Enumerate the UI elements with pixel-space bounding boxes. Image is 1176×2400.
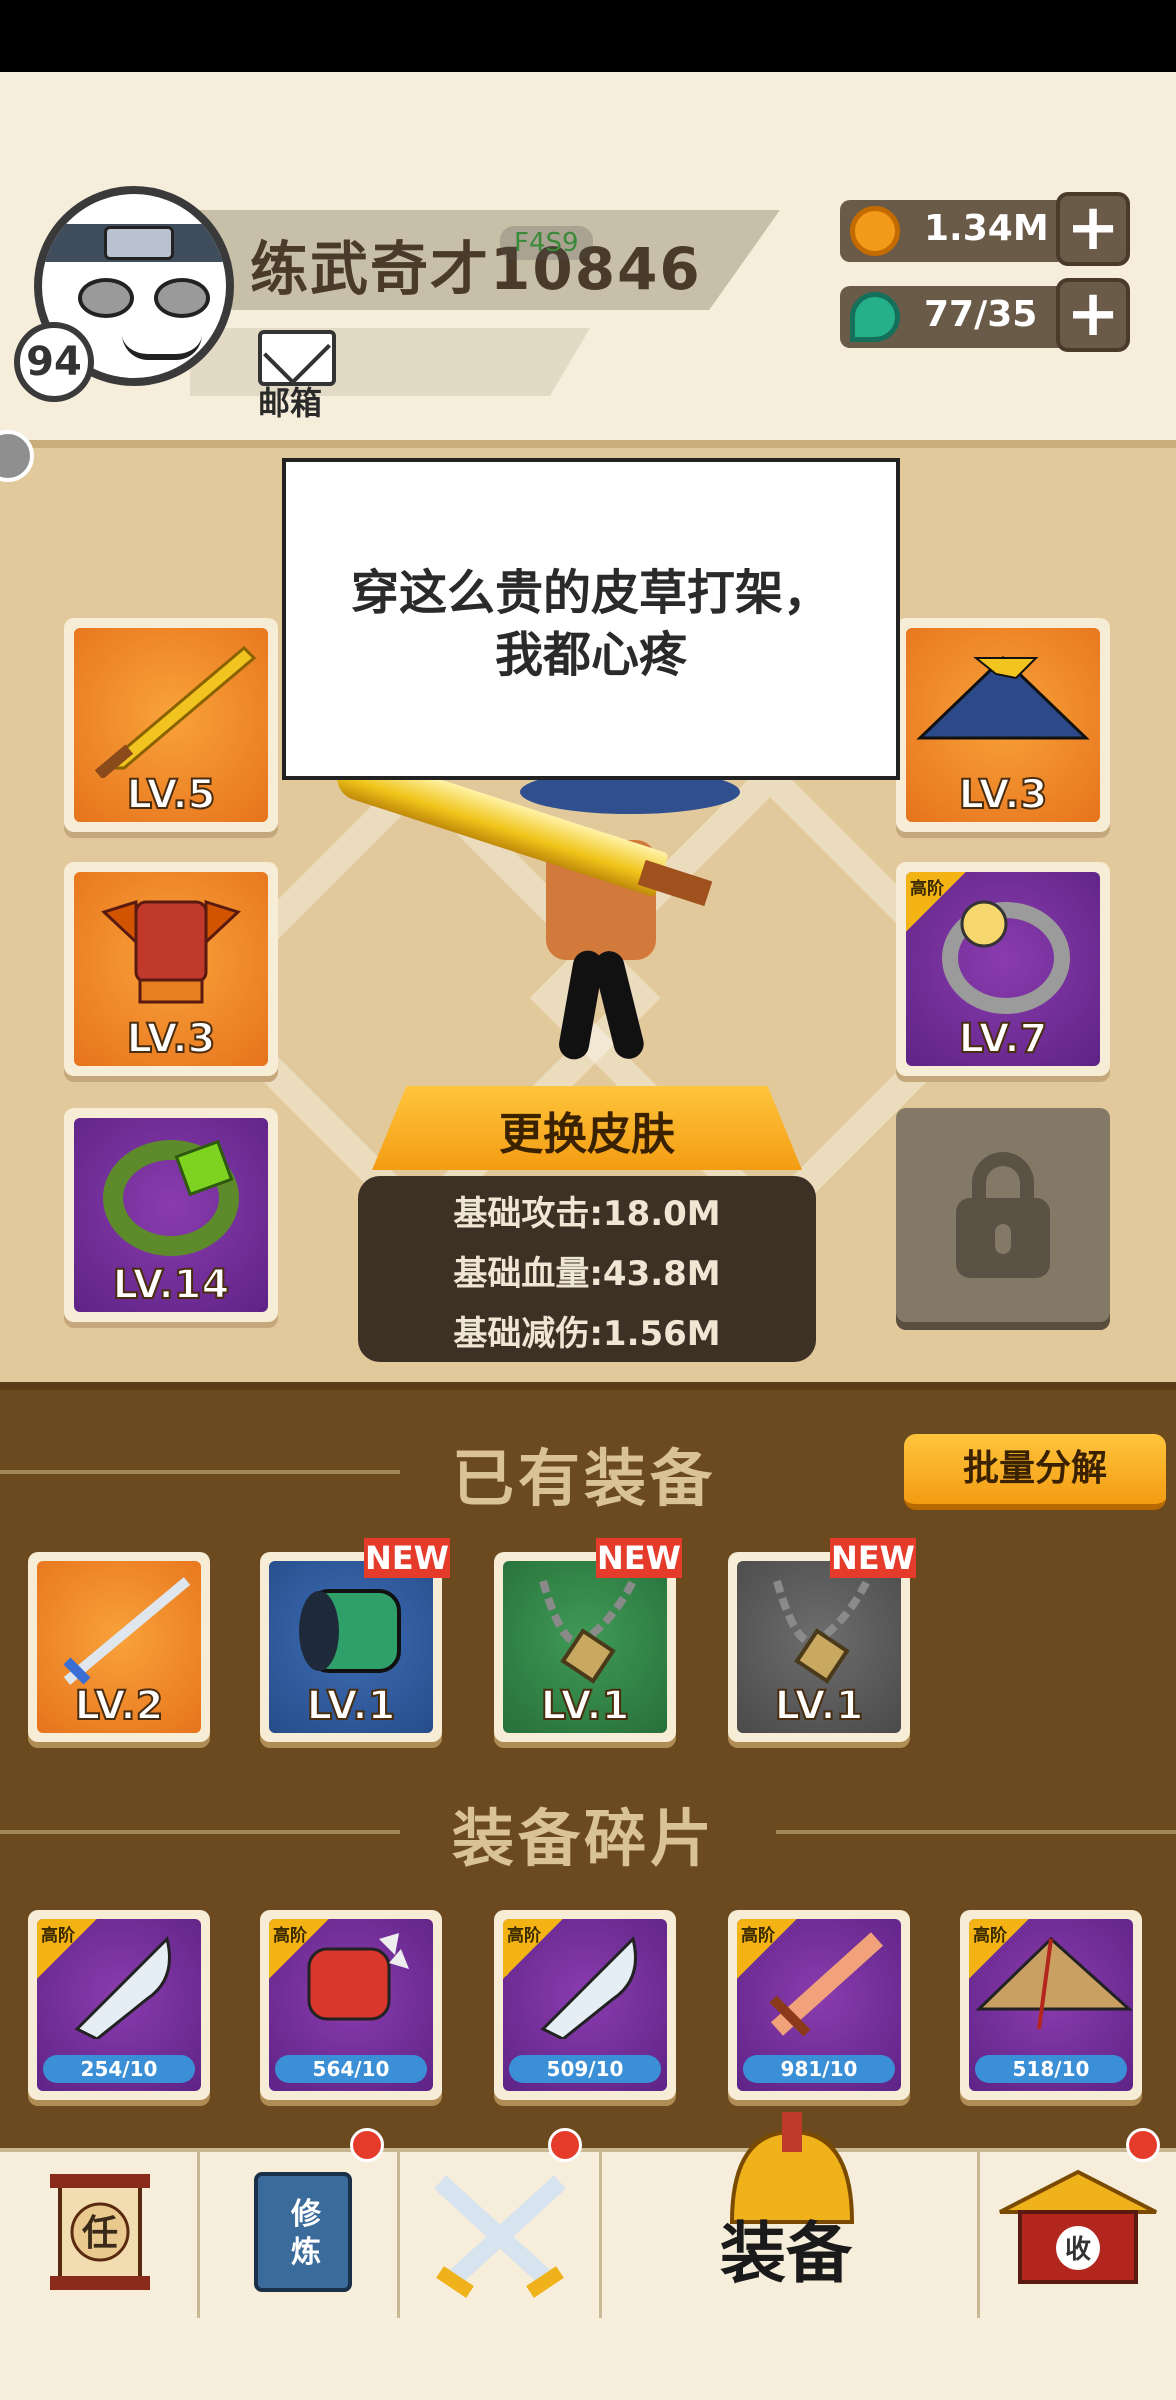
dialog-line-2: 我都心疼 (494, 627, 687, 683)
stat-hp: 基础血量:43.8M (453, 1254, 721, 1294)
golden-sword-icon (94, 645, 257, 780)
train-glyph-1: 修 (290, 2197, 322, 2232)
eye-icon (78, 278, 134, 318)
bracelet-icon (103, 1139, 239, 1256)
fragment-item[interactable]: 高阶 518/10 (960, 1910, 1142, 2100)
armor-icon (101, 899, 241, 1004)
gem-icon (850, 292, 900, 342)
train-glyph-2: 炼 (291, 2235, 321, 2270)
coin-icon (850, 206, 900, 256)
owned-equipment-title: 已有装备 (452, 1442, 717, 1515)
equip-slot-ring[interactable]: 高阶 LV.7 (896, 862, 1110, 1076)
divider (0, 1830, 400, 1834)
notification-dot (350, 2128, 384, 2162)
mail-banner (190, 328, 590, 396)
speech-dialog: 穿这么贵的皮草打架， 我都心疼 (282, 458, 900, 780)
player-tag: F4S9 (500, 226, 593, 260)
eye-icon (154, 278, 210, 318)
book-icon: 修 炼 (254, 2172, 352, 2292)
equip-slot-armor[interactable]: LV.3 (64, 862, 278, 1076)
tier-badge: 高阶 (269, 1919, 329, 1979)
item-level: LV.1 (540, 1682, 631, 1730)
new-badge: NEW (830, 1538, 916, 1578)
tier-badge: 高阶 (737, 1919, 797, 1979)
equip-level: LV.5 (126, 771, 217, 819)
player-name: 练武奇才10846 (250, 235, 702, 303)
equip-level: LV.3 (126, 1015, 217, 1063)
nav-equipment-label[interactable]: 装备 (720, 2200, 852, 2296)
divider (0, 1470, 400, 1474)
divider (776, 1830, 1176, 1834)
player-level-badge: 94 (14, 322, 94, 402)
equip-level: LV.7 (958, 1015, 1049, 1063)
inventory-item[interactable]: LV.2 (28, 1552, 210, 1742)
status-bar (0, 0, 1176, 72)
fragment-item[interactable]: 高阶 981/10 (728, 1910, 910, 2100)
locked-slot[interactable] (896, 1108, 1110, 1322)
nav-tasks[interactable]: 任 (0, 2152, 200, 2318)
fragment-count: 981/10 (743, 2055, 895, 2083)
fragment-item[interactable]: 高阶 254/10 (28, 1910, 210, 2100)
shop-glyph: 收 (1065, 2235, 1091, 2265)
nav-training[interactable]: 修 炼 (200, 2152, 400, 2318)
equip-level: LV.14 (112, 1261, 231, 1309)
headband-plate-icon (104, 226, 174, 260)
necklace-icon (773, 1579, 871, 1684)
equip-slot-weapon[interactable]: LV.5 (64, 618, 278, 832)
crossed-swords-icon (433, 2175, 567, 2298)
new-badge: NEW (596, 1538, 682, 1578)
tier-badge: 高阶 (906, 872, 966, 932)
item-level: LV.1 (306, 1682, 397, 1730)
nav-shop[interactable]: 收 (980, 2152, 1176, 2318)
sword-icon (63, 1577, 191, 1685)
add-gems-button[interactable]: + (1056, 278, 1130, 352)
equip-slot-hat[interactable]: LV.3 (896, 618, 1110, 832)
stat-reduction: 基础减伤:1.56M (453, 1314, 721, 1354)
gem-amount: 77/35 (924, 294, 1038, 335)
item-level: LV.1 (774, 1682, 865, 1730)
notification-dot (1126, 2128, 1160, 2162)
keyhole-icon (995, 1224, 1011, 1254)
add-coins-button[interactable]: + (1056, 192, 1130, 266)
fragments-title: 装备碎片 (452, 1802, 717, 1875)
bottom-gesture-area (0, 2318, 1176, 2400)
gauntlet-icon (299, 1589, 401, 1673)
dialog-text: 穿这么贵的皮草打架， 我都心疼 (286, 562, 896, 686)
nav-battle[interactable] (400, 2152, 602, 2318)
equip-level: LV.3 (958, 771, 1049, 819)
fragment-count: 564/10 (275, 2055, 427, 2083)
notification-dot (548, 2128, 582, 2162)
batch-decompose-button[interactable]: 批量分解 (904, 1434, 1166, 1510)
stat-attack: 基础攻击:18.0M (453, 1194, 721, 1234)
fragment-count: 518/10 (975, 2055, 1127, 2083)
item-level: LV.2 (74, 1682, 165, 1730)
change-skin-label[interactable]: 更换皮肤 (372, 1098, 802, 1162)
fragment-count: 254/10 (43, 2055, 195, 2083)
inventory-item[interactable]: LV.1 (494, 1552, 676, 1742)
tier-badge: 高阶 (503, 1919, 563, 1979)
equip-slot-bracelet[interactable]: LV.14 (64, 1108, 278, 1322)
building-icon: 收 (999, 2169, 1157, 2284)
fragment-item[interactable]: 高阶 509/10 (494, 1910, 676, 2100)
coin-amount: 1.34M (924, 208, 1049, 249)
new-badge: NEW (364, 1538, 450, 1578)
mail-label[interactable]: 邮箱 (258, 378, 322, 424)
straw-hat-icon (916, 655, 1090, 740)
task-glyph: 任 (82, 2213, 118, 2254)
tier-badge: 高阶 (969, 1919, 1029, 1979)
necklace-icon (539, 1579, 637, 1684)
dialog-line-1: 穿这么贵的皮草打架， (350, 565, 831, 621)
fragment-count: 509/10 (509, 2055, 661, 2083)
tier-badge: 高阶 (37, 1919, 97, 1979)
mouth-icon (122, 334, 202, 360)
inventory-item[interactable]: LV.1 (728, 1552, 910, 1742)
fragment-item[interactable]: 高阶 564/10 (260, 1910, 442, 2100)
scroll-icon: 任 (50, 2174, 150, 2290)
inventory-item[interactable]: LV.1 (260, 1552, 442, 1742)
